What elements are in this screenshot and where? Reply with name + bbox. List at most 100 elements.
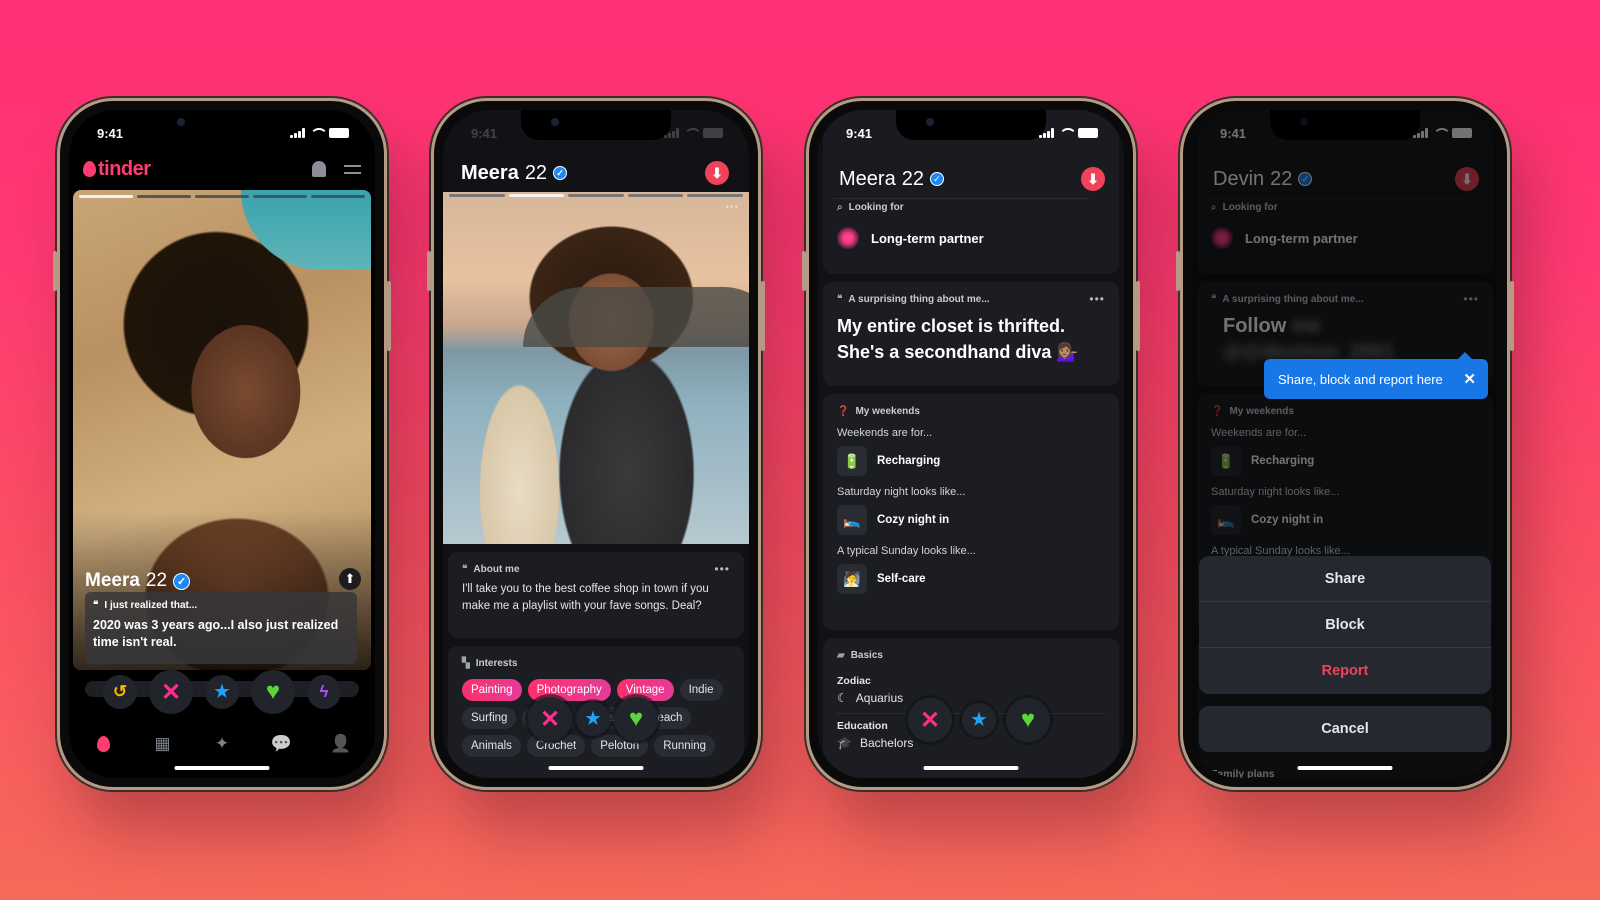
flame-icon <box>83 161 96 177</box>
question-icon: ❓ <box>837 406 850 417</box>
sliders-icon[interactable] <box>344 162 361 176</box>
tab-bar: ▦ ✦ 💬 👤 <box>91 732 353 756</box>
floating-actions: ✕ ★ ♥ <box>528 697 658 741</box>
status-time: 9:41 <box>846 125 873 141</box>
status-bar: 9:41 <box>97 124 349 142</box>
status-time: 9:41 <box>97 125 124 141</box>
phone-safety-menu: 9:41 Devin22 ✓ ⬇ ⌕Looking for ♥Long-term… <box>1176 98 1514 790</box>
interest-chip: Animals <box>462 735 521 757</box>
more-options-icon[interactable]: ••• <box>714 562 730 576</box>
cancel-sheet: Cancel <box>1199 706 1491 752</box>
battery-icon <box>1078 128 1098 138</box>
rewind-button[interactable]: ↺ <box>103 675 137 709</box>
tinder-logo[interactable]: tinder <box>83 158 151 181</box>
nope-button[interactable]: ✕ <box>528 697 572 741</box>
phone-profile-details: 9:41 Meera 22 ✓ ⬇ ⌕ Looking for ♥ Long-term… <box>802 98 1140 790</box>
like-button[interactable]: ♥ <box>251 670 295 714</box>
signal-icon <box>290 128 305 138</box>
cancel-button[interactable]: Cancel <box>1199 706 1491 752</box>
star-icon: ★ <box>971 710 987 729</box>
wifi-icon <box>310 128 328 138</box>
heart-icon: ♥ <box>1020 706 1036 733</box>
wifi-icon <box>1059 128 1077 138</box>
action-sheet: Share Block Report <box>1199 556 1491 694</box>
bed-emoji-icon: 🛌 <box>837 505 867 535</box>
screen: 9:41 tinder Meera 22 ✓ ⬆ ❝ I just realiz… <box>69 110 375 778</box>
collapse-profile-button[interactable]: ⬇ <box>1081 167 1105 191</box>
super-like-button[interactable]: ★ <box>576 702 610 736</box>
share-button[interactable]: Share <box>1199 556 1491 602</box>
interest-chip: Surfing <box>462 707 517 729</box>
quote-icon: ❝ <box>837 294 843 305</box>
expand-profile-button[interactable]: ⬆ <box>339 568 361 590</box>
chat-icon: 💬 <box>270 734 293 753</box>
spa-emoji-icon: 🧖 <box>837 564 867 594</box>
profile-card[interactable]: Meera 22 ✓ ⬆ ❝ I just realized that... 202… <box>73 190 371 670</box>
super-like-button[interactable]: ★ <box>205 675 239 709</box>
like-button[interactable]: ♥ <box>614 697 658 741</box>
star-icon: ★ <box>214 682 230 701</box>
profile-photo[interactable]: ••• <box>443 192 749 544</box>
graduation-cap-icon: 🎓 <box>837 736 852 750</box>
safety-tooltip: Share, block and report here ✕ <box>1264 352 1488 399</box>
report-button[interactable]: Report <box>1199 648 1491 694</box>
more-icon[interactable]: ••• <box>725 202 739 213</box>
battery-icon <box>329 128 349 138</box>
profile-name: Meera 22 ✓ <box>839 168 944 191</box>
interests-icon: ▚ <box>462 658 470 669</box>
floating-actions: ✕ ★ ♥ <box>908 698 1050 742</box>
more-options-icon[interactable]: ••• <box>1089 292 1105 306</box>
home-indicator <box>174 766 270 770</box>
verified-badge-icon: ✓ <box>173 572 191 590</box>
home-indicator <box>923 766 1019 770</box>
bell-icon[interactable] <box>312 161 326 177</box>
wifi-icon <box>684 128 702 138</box>
x-icon: ✕ <box>160 678 182 706</box>
star-icon: ★ <box>585 709 601 728</box>
about-card: ❝ About me ••• I'll take you to the best … <box>448 552 744 638</box>
prompt-card: ❝ I just realized that... 2020 was 3 year… <box>85 592 357 664</box>
phone-profile-photos: 9:41 Meera 22 ✓ ⬇ ••• ❝ About me ••• I'll <box>427 98 765 790</box>
tab-messages[interactable]: 💬 <box>270 732 294 756</box>
sparkle-icon: ✦ <box>214 734 230 753</box>
screen: 9:41 Devin22 ✓ ⬇ ⌕Looking for ♥Long-term… <box>1192 110 1498 778</box>
interest-chip: Indie <box>679 679 723 701</box>
quote-icon: ❝ <box>462 564 468 575</box>
nope-button[interactable]: ✕ <box>149 670 193 714</box>
app-header: tinder <box>83 154 361 184</box>
swipe-actions: ↺ ✕ ★ ♥ ϟ <box>69 670 375 714</box>
boost-button[interactable]: ϟ <box>307 675 341 709</box>
search-icon: ⌕ <box>837 202 843 213</box>
weekends-card: ❓My weekends Weekends are for... 🔋Rechar… <box>823 394 1119 630</box>
close-icon[interactable]: ✕ <box>1463 370 1476 388</box>
grid-search-icon: ▦ <box>154 734 171 753</box>
heart-arrow-icon: ♥ <box>837 227 859 249</box>
signal-icon <box>664 128 679 138</box>
photo-progress <box>79 195 365 198</box>
home-indicator <box>1297 766 1393 770</box>
tab-explore[interactable]: ▦ <box>151 732 175 756</box>
quote-icon: ❝ <box>93 600 99 611</box>
profile-name: Meera 22 ✓ <box>85 570 191 592</box>
tab-profile[interactable]: 👤 <box>329 732 353 756</box>
verified-badge-icon: ✓ <box>553 166 568 180</box>
status-time: 9:41 <box>471 125 498 141</box>
status-bar: 9:41 <box>846 124 1098 142</box>
moon-icon: ☾ <box>837 691 848 705</box>
x-icon: ✕ <box>539 705 561 733</box>
profile-header: Meera 22 ✓ ⬇ <box>461 156 729 190</box>
tab-gold[interactable]: ✦ <box>210 732 234 756</box>
block-button[interactable]: Block <box>1199 602 1491 648</box>
super-like-button[interactable]: ★ <box>962 703 996 737</box>
x-icon: ✕ <box>919 706 941 734</box>
nope-button[interactable]: ✕ <box>908 698 952 742</box>
rewind-icon: ↺ <box>112 682 128 701</box>
battery-icon <box>703 128 723 138</box>
bolt-icon: ϟ <box>319 682 329 701</box>
home-indicator <box>548 766 644 770</box>
tab-home[interactable] <box>91 732 115 756</box>
collapse-profile-button[interactable]: ⬇ <box>705 161 729 185</box>
flame-icon <box>96 736 110 752</box>
verified-badge-icon: ✓ <box>929 172 944 186</box>
like-button[interactable]: ♥ <box>1006 698 1050 742</box>
